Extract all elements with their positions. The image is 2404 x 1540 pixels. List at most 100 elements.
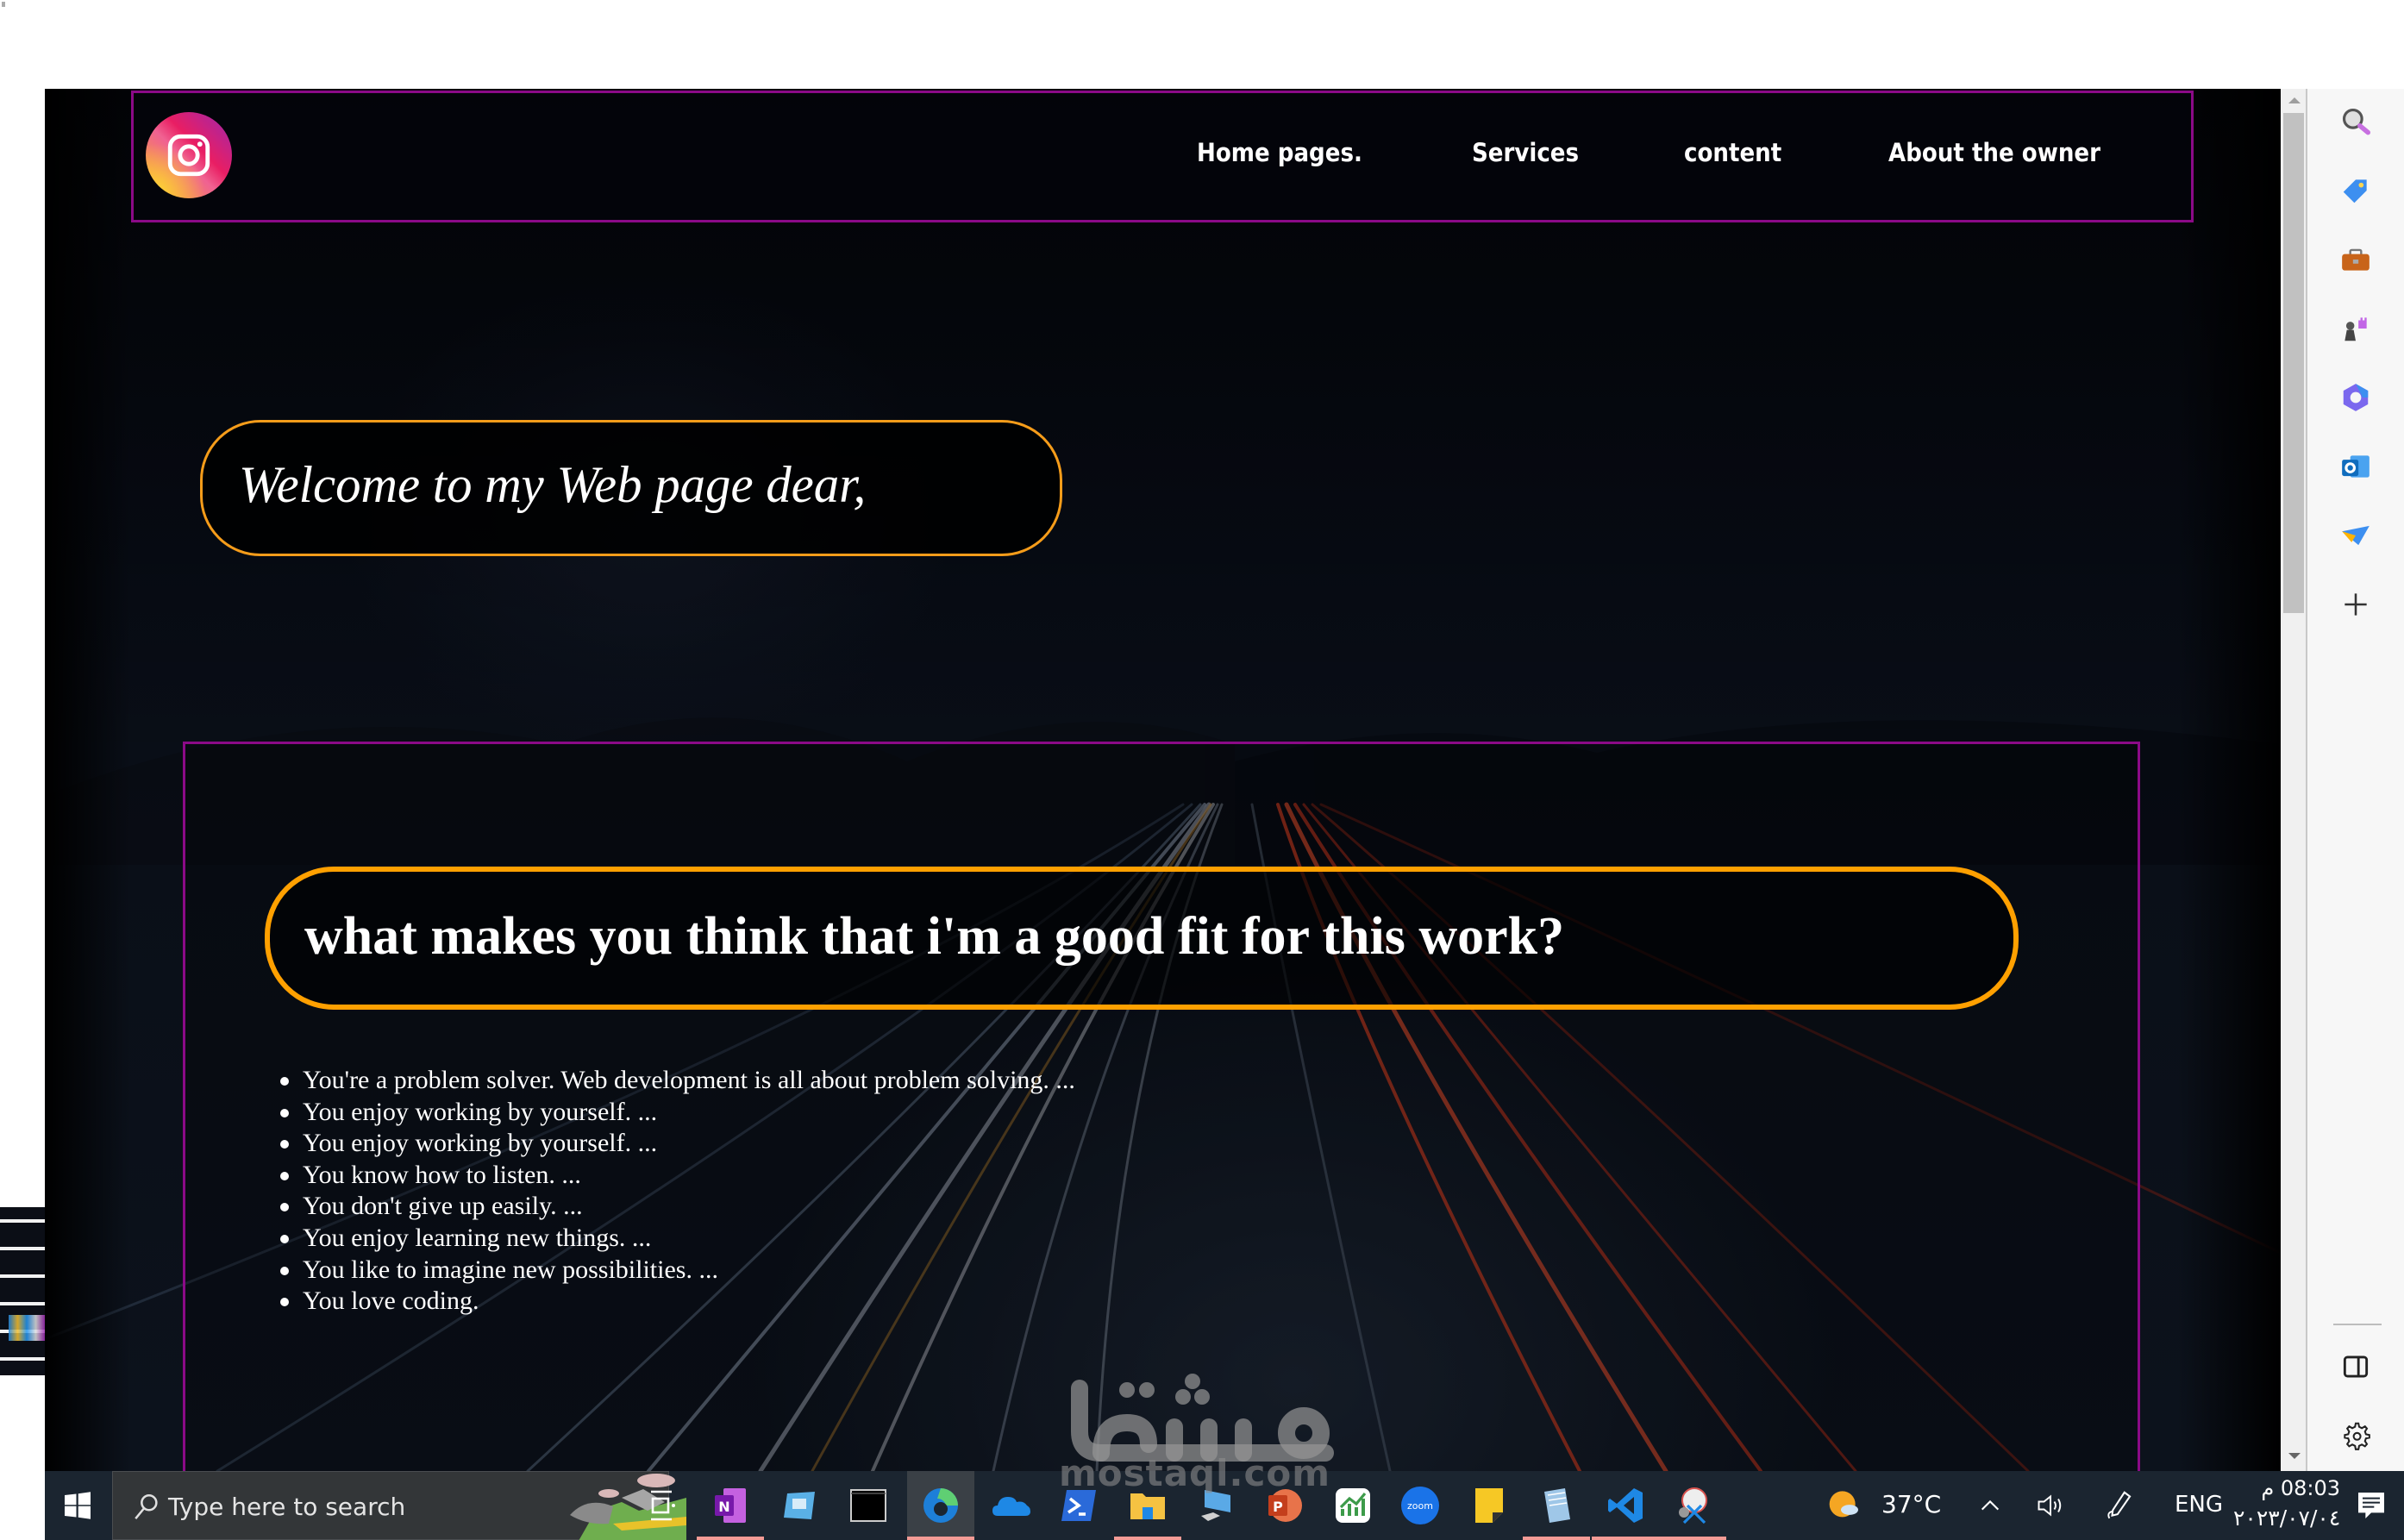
onenote-icon: N [715,1488,746,1523]
weather-partly-cloudy-icon[interactable] [1828,1488,1862,1523]
sidebar-outlook-button[interactable] [2335,446,2376,487]
chevron-up-icon[interactable] [1978,1493,2002,1518]
terminal-icon [850,1489,886,1522]
sidebar-drop-button[interactable] [2335,515,2376,556]
bullet [280,1171,289,1180]
task-view-icon [651,1490,675,1521]
sidebar-search-button[interactable] [2335,101,2376,142]
taskbar-vscode[interactable] [1592,1471,1659,1540]
left-edge-artifact [0,1207,45,1375]
page-scrollbar[interactable] [2281,89,2307,1471]
list-item-text: You know how to listen. ... [303,1160,581,1189]
add-icon [2345,593,2367,616]
edge-browser-icon [923,1488,958,1523]
running-indicator [1592,1537,1659,1540]
split-screen-icon [2343,1355,2369,1378]
list-item: You enjoy working by yourself. ... [280,1128,1075,1160]
taskbar-remote-desktop[interactable] [766,1471,833,1540]
scroll-up-arrow-icon[interactable] [2288,97,2301,103]
games-chess-icon [2345,316,2367,341]
svg-text:zoom: zoom [1407,1500,1433,1512]
sidebar-tools-button[interactable] [2335,239,2376,280]
clock-date[interactable]: ٢٠٢٣/٠٧/٠٤ [2233,1506,2340,1531]
pen-workspace-icon[interactable] [2104,1488,2137,1521]
sidebar-hide-button[interactable] [2335,1346,2376,1387]
search-icon [2342,108,2371,135]
list-item: You like to imagine new possibilities. .… [280,1255,1075,1286]
webpage-viewport: Home pages. Services content About the o… [45,89,2281,1471]
list-item-text: You enjoy working by yourself. ... [303,1097,658,1126]
top-left-marker [2,2,5,7]
list-item: You love coding. [280,1286,1075,1318]
good-fit-section: what makes you think that i'm a good fit… [183,742,2140,1471]
vscode-icon [1608,1488,1643,1523]
svg-text:N: N [718,1499,729,1515]
taskbar-search-box[interactable]: Type here to search [112,1471,686,1540]
sidebar-games-button[interactable] [2335,308,2376,349]
windows-start-icon[interactable] [62,1490,93,1521]
scroll-thumb[interactable] [2283,113,2304,613]
search-icon [135,1493,158,1519]
taskbar-zoom[interactable]: zoom [1387,1471,1454,1540]
browser-top-area [0,0,2404,89]
nav-content[interactable]: content [1684,138,1781,167]
stock-chart-icon [1336,1488,1370,1523]
list-item: You're a problem solver. Web development… [280,1065,1075,1097]
running-indicator [1523,1537,1590,1540]
notifications-icon[interactable] [2354,1488,2388,1523]
scroll-down-arrow-icon[interactable] [2288,1453,2301,1459]
list-item: You know how to listen. ... [280,1160,1075,1192]
list-item-text: You like to imagine new possibilities. .… [303,1255,718,1284]
clock-time[interactable]: 08:03 م [2254,1476,2340,1500]
nav-home-pages[interactable]: Home pages. [1197,138,1362,167]
taskbar-sticky-notes[interactable] [1456,1471,1523,1540]
volume-icon[interactable] [2035,1490,2066,1521]
shopping-tag-icon [2343,179,2367,203]
microsoft-365-icon [2343,384,2369,411]
left-edge-strip [9,1315,45,1341]
sidebar-m365-button[interactable] [2335,377,2376,418]
taskbar-onedrive[interactable] [978,1471,1045,1540]
running-indicator [697,1537,764,1540]
language-indicator[interactable]: ENG [2175,1492,2223,1518]
remote-desktop-icon [784,1492,815,1519]
svg-text:P: P [1273,1499,1283,1515]
settings-gear-icon [2344,1422,2370,1450]
taskbar-notepad[interactable] [1523,1471,1590,1540]
bullet [280,1234,289,1243]
search-placeholder: Type here to search [168,1493,406,1521]
notepad-icon [1544,1488,1570,1523]
bullet [280,1140,289,1149]
welcome-box: Welcome to my Web page dear, [200,420,1062,556]
sticky-notes-icon [1475,1488,1503,1523]
sidebar-add-button[interactable] [2335,584,2376,625]
bullet [280,1298,289,1307]
zoom-icon: zoom [1401,1487,1439,1524]
weather-temperature[interactable]: 37°C [1881,1490,1941,1518]
list-item: You enjoy learning new things. ... [280,1223,1075,1255]
list-item-text: You enjoy learning new things. ... [303,1223,652,1252]
list-item-text: You enjoy working by yourself. ... [303,1129,658,1158]
bullet [280,1266,289,1275]
bullet [280,1203,289,1212]
left-shadow [45,89,131,1471]
sidebar-shopping-button[interactable] [2335,170,2376,211]
nav-services[interactable]: Services [1472,138,1579,167]
taskbar-snipping-tool[interactable] [1659,1471,1726,1540]
mostaql-watermark-latin: mostaql.com [1059,1452,1330,1494]
nav-about-owner[interactable]: About the owner [1888,138,2100,167]
main-nav: Home pages. Services content About the o… [134,138,2191,181]
taskbar-terminal[interactable] [835,1471,902,1540]
running-indicator [907,1537,974,1540]
edge-sidebar [2307,89,2404,1471]
right-shadow [2177,89,2281,1471]
running-indicator [1659,1537,1726,1540]
bullet [280,1077,289,1086]
list-item-text: You love coding. [303,1286,479,1316]
taskbar-edge[interactable] [907,1471,974,1540]
taskbar-task-view[interactable] [628,1471,695,1540]
welcome-text: Welcome to my Web page dear, [239,456,867,513]
sidebar-settings-button[interactable] [2335,1415,2376,1456]
taskbar-onenote[interactable]: N [697,1471,764,1540]
screen: Home pages. Services content About the o… [0,0,2404,1540]
